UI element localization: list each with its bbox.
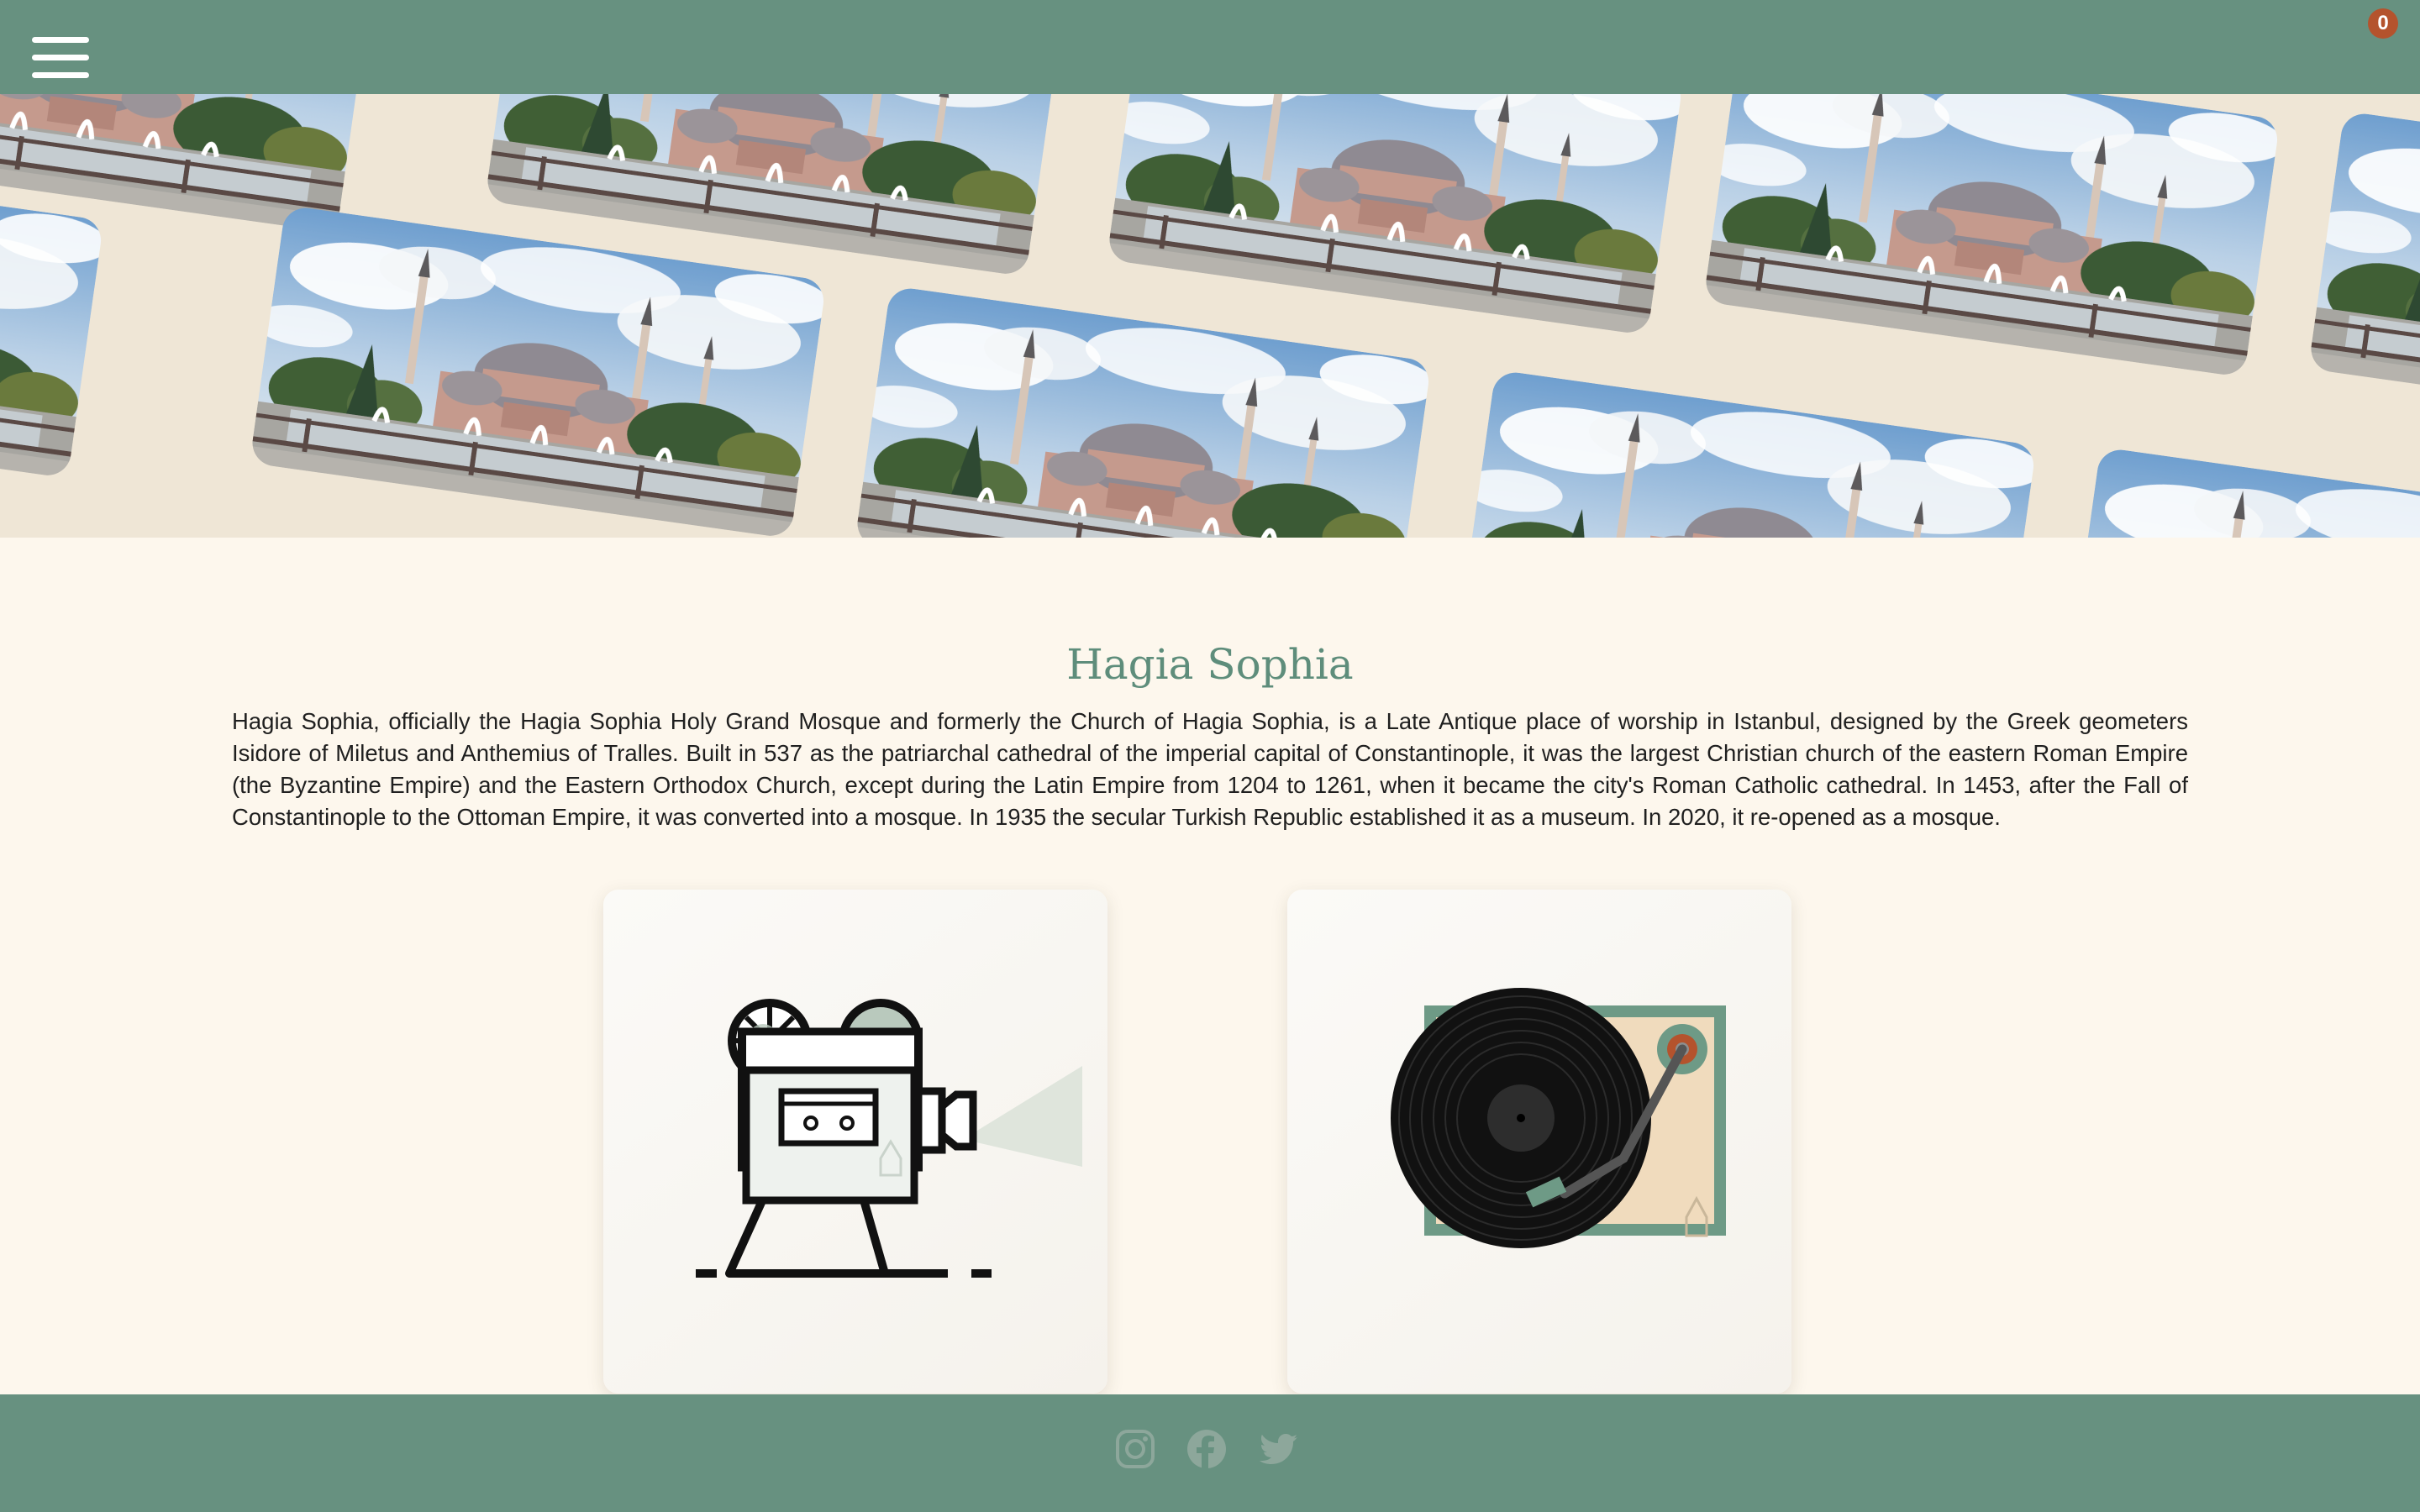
top-navigation-bar xyxy=(0,0,2420,94)
notification-badge[interactable]: 0 xyxy=(2368,8,2398,39)
film-projector-icon xyxy=(696,999,1082,1278)
instagram-icon[interactable] xyxy=(1114,1428,1156,1470)
article-description: Hagia Sophia, officially the Hagia Sophi… xyxy=(232,708,2188,830)
audio-card[interactable] xyxy=(1287,890,1791,1394)
record-player-icon xyxy=(1391,988,1726,1248)
hamburger-menu-icon[interactable] xyxy=(32,37,89,79)
hero-image-collage xyxy=(0,94,2420,538)
page-title: Hagia Sophia xyxy=(1066,640,1354,689)
twitter-icon[interactable] xyxy=(1259,1428,1301,1470)
facebook-icon[interactable] xyxy=(1186,1428,1228,1470)
video-card[interactable] xyxy=(603,890,1107,1394)
